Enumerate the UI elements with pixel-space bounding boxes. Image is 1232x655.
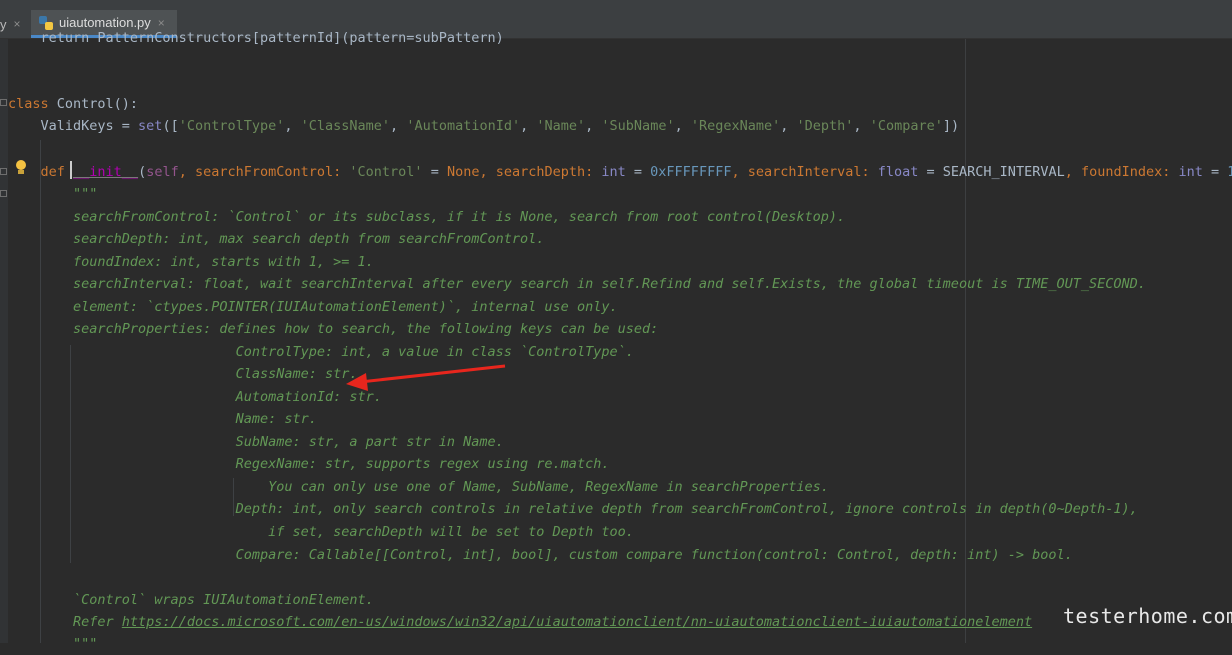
annotation-arrow-icon <box>346 364 506 391</box>
watermark: testerhome.com <box>1063 604 1232 628</box>
